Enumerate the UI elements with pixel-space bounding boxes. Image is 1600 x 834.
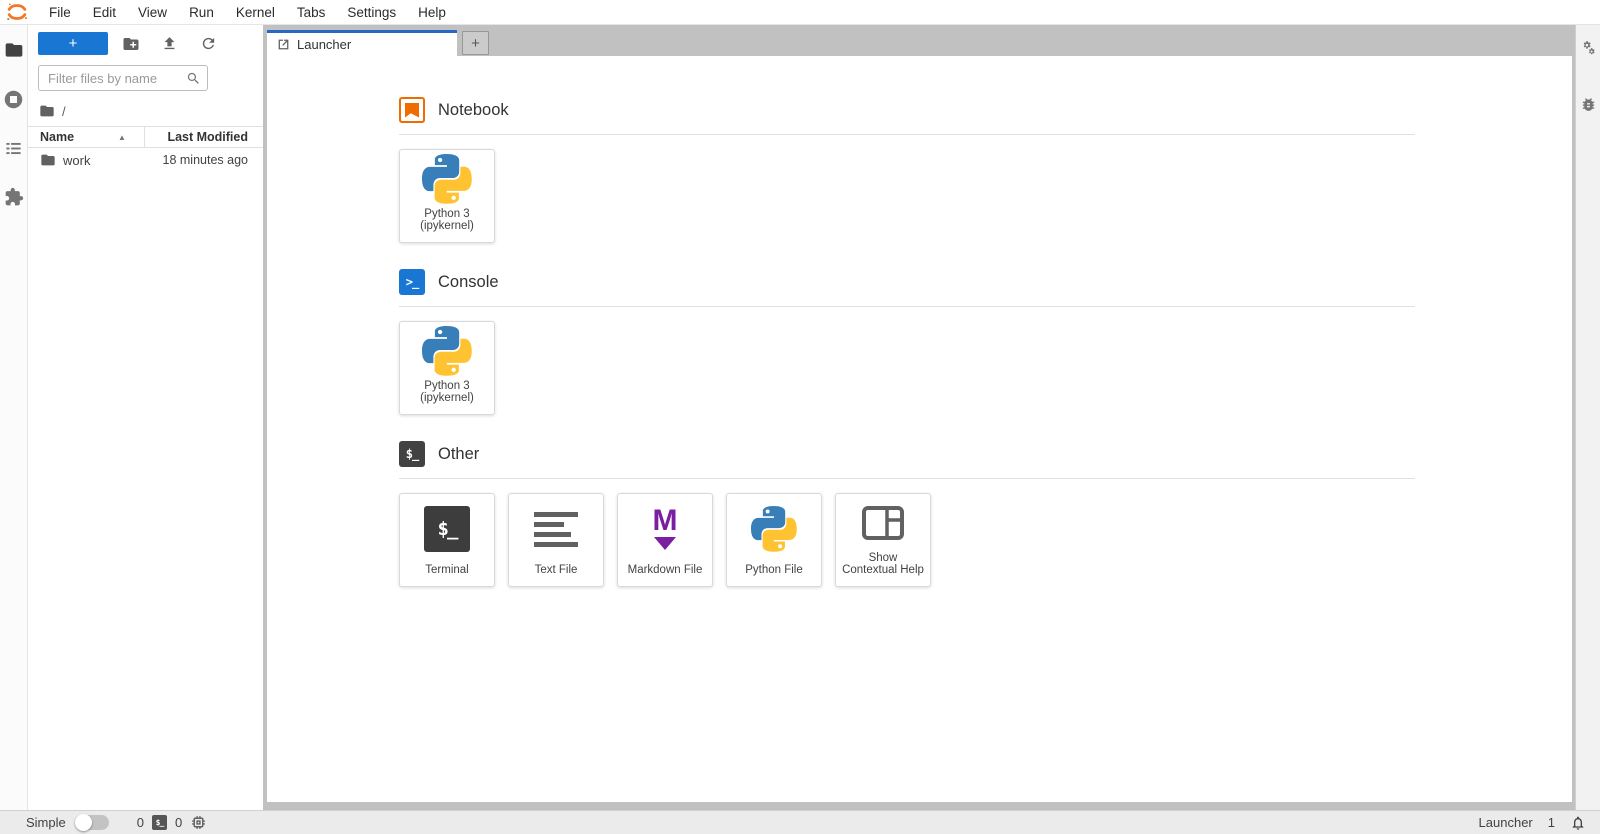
property-inspector-tab-icon[interactable] xyxy=(1577,37,1599,59)
file-name: work xyxy=(63,152,91,168)
contextual-help-icon xyxy=(836,494,930,552)
launcher-section-notebook: Notebook Python 3 (ipykernel) xyxy=(399,97,1415,243)
menu-view[interactable]: View xyxy=(127,5,178,20)
card-label-line1: Python 3 xyxy=(424,379,470,392)
card-label-line1: Text File xyxy=(534,564,578,577)
new-tab-button[interactable]: + xyxy=(462,31,489,55)
extension-manager-tab-icon[interactable] xyxy=(3,186,25,208)
launcher-card-markdown-file[interactable]: M Markdown File xyxy=(617,493,713,587)
text-file-icon xyxy=(534,511,578,547)
launcher-card-python-file[interactable]: Python File xyxy=(726,493,822,587)
folder-icon xyxy=(41,154,55,166)
launcher-tab-icon xyxy=(278,39,289,50)
terminal-icon: $_ xyxy=(424,506,470,553)
left-activity-bar xyxy=(0,25,28,810)
card-label-line1: Python File xyxy=(745,564,803,577)
simple-mode-label: Simple xyxy=(26,815,66,830)
bell-icon[interactable] xyxy=(1570,815,1586,831)
tab-bar: Launcher + xyxy=(267,25,1572,56)
card-label-line1: Python 3 xyxy=(424,207,470,220)
menu-help[interactable]: Help xyxy=(407,5,457,20)
terminal-section-icon: $_ xyxy=(399,441,425,467)
notifications-count[interactable]: 1 xyxy=(1548,815,1555,830)
launcher-card-show-contextual-help[interactable]: Show Contextual Help xyxy=(835,493,931,587)
column-header-name[interactable]: Name ▲ xyxy=(28,127,145,147)
new-launcher-button[interactable]: + xyxy=(38,32,108,55)
kernels-count: 0 xyxy=(174,815,183,830)
file-browser-panel: + / Name ▲ Last Modi xyxy=(28,25,263,810)
menu-tabs[interactable]: Tabs xyxy=(286,5,337,20)
file-list-header: Name ▲ Last Modified xyxy=(28,126,263,148)
python-icon xyxy=(727,494,821,564)
file-row-work[interactable]: work 18 minutes ago xyxy=(28,148,263,172)
card-label-line1: Markdown File xyxy=(627,564,703,577)
kernel-status-icon xyxy=(192,816,206,829)
new-folder-button[interactable] xyxy=(114,32,147,55)
launcher-card-console-python3[interactable]: Python 3 (ipykernel) xyxy=(399,321,495,415)
search-icon xyxy=(187,72,199,84)
simple-mode-toggle[interactable] xyxy=(74,814,109,831)
card-label-line1: Terminal xyxy=(425,564,469,577)
column-header-last-modified[interactable]: Last Modified xyxy=(145,130,263,144)
breadcrumb[interactable]: / xyxy=(28,97,263,126)
menu-run[interactable]: Run xyxy=(178,5,225,20)
table-of-contents-tab-icon[interactable] xyxy=(3,137,25,159)
main-area: + / Name ▲ Last Modi xyxy=(0,25,1600,810)
current-context-label: Launcher xyxy=(1478,815,1533,830)
right-activity-bar xyxy=(1575,25,1600,810)
running-sessions-tab-icon[interactable] xyxy=(3,88,25,110)
file-last-modified: 18 minutes ago xyxy=(162,153,248,167)
status-bar: Simple 0 $_ 0 Launcher 1 xyxy=(0,810,1600,834)
menu-file[interactable]: File xyxy=(38,5,82,20)
python-icon xyxy=(400,322,494,380)
breadcrumb-root[interactable]: / xyxy=(62,104,66,119)
menu-kernel[interactable]: Kernel xyxy=(225,5,286,20)
file-browser-tab-icon[interactable] xyxy=(3,39,25,61)
notebook-icon xyxy=(399,97,425,123)
launcher-section-console: >_ Console Python 3 (ipykernel) xyxy=(399,269,1415,415)
file-browser-toolbar: + xyxy=(28,25,263,61)
menu-bar: File Edit View Run Kernel Tabs Settings … xyxy=(0,0,1600,25)
tab-launcher[interactable]: Launcher xyxy=(267,30,457,56)
tab-launcher-label: Launcher xyxy=(297,37,352,52)
launcher-card-notebook-python3[interactable]: Python 3 (ipykernel) xyxy=(399,149,495,243)
launcher-section-other: $_ Other $_ Terminal Text File M Markdow… xyxy=(399,441,1415,587)
section-title-notebook: Notebook xyxy=(438,100,509,119)
terminals-count: 0 xyxy=(136,815,144,830)
menu-edit[interactable]: Edit xyxy=(82,5,127,20)
launcher-panel: Notebook Python 3 (ipykernel) >_ Console… xyxy=(267,56,1572,802)
sort-ascending-icon: ▲ xyxy=(118,132,126,142)
section-title-console: Console xyxy=(438,272,499,291)
filter-files-input[interactable] xyxy=(38,65,208,91)
kernel-sessions-status[interactable]: 0 $_ 0 xyxy=(137,814,207,831)
markdown-icon: M xyxy=(653,506,678,551)
card-label-line2: (ipykernel) xyxy=(420,392,474,405)
dock-panel: Launcher + Notebook Python 3 (ipykernel)… xyxy=(263,25,1575,810)
home-folder-icon xyxy=(40,105,54,117)
terminal-status-icon: $_ xyxy=(151,815,167,830)
section-title-other: Other xyxy=(438,444,480,463)
launcher-card-terminal[interactable]: $_ Terminal xyxy=(399,493,495,587)
launcher-card-text-file[interactable]: Text File xyxy=(508,493,604,587)
upload-button[interactable] xyxy=(153,32,186,55)
refresh-button[interactable] xyxy=(192,32,225,55)
card-label-line2: (ipykernel) xyxy=(420,220,474,233)
debugger-tab-icon[interactable] xyxy=(1577,93,1599,115)
python-icon xyxy=(400,150,494,208)
card-label-line1: Show xyxy=(868,551,898,564)
card-label-line2: Contextual Help xyxy=(842,564,924,577)
jupyter-logo-icon xyxy=(7,3,28,21)
menu-settings[interactable]: Settings xyxy=(336,5,407,20)
filter-files-field[interactable] xyxy=(48,70,186,86)
console-icon: >_ xyxy=(399,269,425,295)
